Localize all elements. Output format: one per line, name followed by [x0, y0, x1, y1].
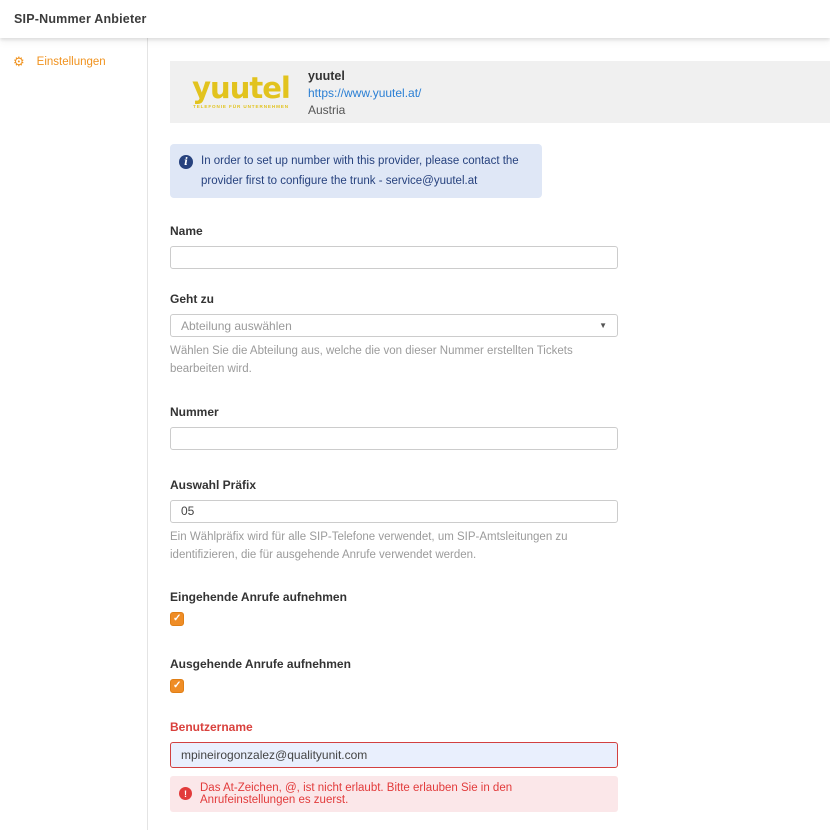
page-header: SIP-Nummer Anbieter	[0, 0, 830, 38]
record-incoming-group: Eingehende Anrufe aufnehmen	[170, 590, 618, 626]
sidebar-item-label: Einstellungen	[37, 56, 106, 68]
username-error-text: Das At-Zeichen, @, ist nicht erlaubt. Bi…	[200, 782, 609, 806]
provider-logo-tagline: TELEFONIE FÜR UNTERNEHMEN	[182, 104, 300, 109]
record-outgoing-group: Ausgehende Anrufe aufnehmen	[170, 657, 618, 693]
username-label: Benutzername	[170, 720, 618, 734]
department-label: Geht zu	[170, 292, 618, 306]
info-icon: i	[179, 155, 193, 169]
sidebar-item-einstellungen[interactable]: ⚙ Einstellungen	[0, 38, 147, 68]
info-banner-text: In order to set up number with this prov…	[201, 151, 530, 191]
gear-icon: ⚙	[13, 55, 25, 68]
username-input[interactable]	[170, 742, 618, 768]
name-label: Name	[170, 224, 618, 238]
provider-name: yuutel	[308, 69, 421, 83]
department-select[interactable]: Abteilung auswählen ▼	[170, 314, 618, 337]
prefix-label: Auswahl Präfix	[170, 478, 618, 492]
number-field-group: Nummer	[170, 405, 618, 450]
name-field-group: Name	[170, 224, 618, 269]
prefix-field-group: Auswahl Präfix Ein Wählpräfix wird für a…	[170, 478, 618, 565]
number-label: Nummer	[170, 405, 618, 419]
provider-country: Austria	[308, 103, 421, 117]
provider-logo: yuutel TELEFONIE FÜR UNTERNEHMEN	[182, 75, 300, 108]
prefix-input[interactable]	[170, 500, 618, 523]
provider-form: Name Geht zu Abteilung auswählen ▼ Wähle…	[170, 224, 618, 830]
sidebar: ⚙ Einstellungen	[0, 38, 148, 830]
department-select-placeholder: Abteilung auswählen	[181, 319, 292, 333]
chevron-down-icon: ▼	[599, 321, 607, 330]
department-field-group: Geht zu Abteilung auswählen ▼ Wählen Sie…	[170, 292, 618, 379]
provider-card: yuutel TELEFONIE FÜR UNTERNEHMEN yuutel …	[170, 61, 830, 123]
record-outgoing-label: Ausgehende Anrufe aufnehmen	[170, 657, 618, 671]
department-help-text: Wählen Sie die Abteilung aus, welche die…	[170, 343, 630, 379]
record-incoming-checkbox[interactable]	[170, 612, 184, 626]
page-title: SIP-Nummer Anbieter	[14, 12, 147, 26]
username-error-box: ! Das At-Zeichen, @, ist nicht erlaubt. …	[170, 776, 618, 812]
name-input[interactable]	[170, 246, 618, 269]
username-field-group: Benutzername ! Das At-Zeichen, @, ist ni…	[170, 720, 618, 812]
info-banner: i In order to set up number with this pr…	[170, 144, 542, 198]
error-icon: !	[179, 787, 192, 800]
provider-info: yuutel https://www.yuutel.at/ Austria	[308, 68, 421, 117]
record-outgoing-checkbox[interactable]	[170, 679, 184, 693]
record-incoming-label: Eingehende Anrufe aufnehmen	[170, 590, 618, 604]
main-content: yuutel TELEFONIE FÜR UNTERNEHMEN yuutel …	[148, 38, 830, 830]
provider-url-link[interactable]: https://www.yuutel.at/	[308, 86, 421, 100]
layout: ⚙ Einstellungen yuutel TELEFONIE FÜR UNT…	[0, 38, 830, 830]
prefix-help-text: Ein Wählpräfix wird für alle SIP-Telefon…	[170, 529, 630, 565]
provider-logo-text: yuutel	[182, 75, 300, 101]
number-input[interactable]	[170, 427, 618, 450]
